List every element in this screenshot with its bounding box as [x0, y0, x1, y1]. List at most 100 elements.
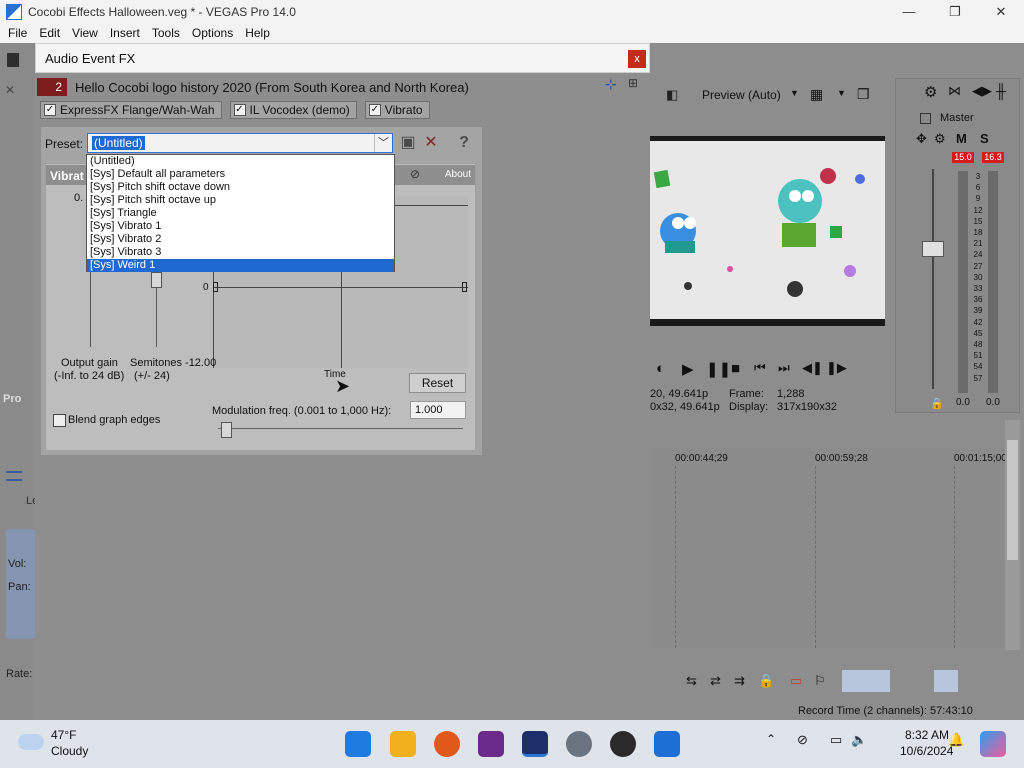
- display-icon[interactable]: ▭: [830, 732, 842, 748]
- chevron-down-icon[interactable]: ▼: [790, 88, 799, 98]
- maximize-button[interactable]: ❐: [932, 0, 978, 23]
- clock-time[interactable]: 8:32 AM: [905, 728, 949, 742]
- menu-tools[interactable]: Tools: [146, 26, 186, 40]
- pause-icon[interactable]: ❚❚: [706, 360, 731, 378]
- firefox-icon[interactable]: [434, 731, 460, 757]
- lock-icon[interactable]: 🔒: [930, 397, 944, 410]
- copilot-icon[interactable]: [980, 731, 1006, 757]
- volume-icon[interactable]: 🔈: [851, 732, 867, 748]
- help-icon[interactable]: ?: [454, 133, 474, 153]
- fx-gear-icon[interactable]: ⚙: [934, 131, 946, 147]
- network-icon[interactable]: ⊘: [797, 732, 808, 748]
- chain-item-flange[interactable]: ✓ ExpressFX Flange/Wah-Wah: [40, 101, 222, 119]
- marker-tool-icon[interactable]: ⇆: [686, 673, 697, 689]
- roblox-studio-icon[interactable]: [654, 731, 680, 757]
- close-window-button[interactable]: ✕: [978, 0, 1024, 23]
- about-link[interactable]: About: [445, 169, 471, 180]
- menu-options[interactable]: Options: [186, 26, 239, 40]
- menu-file[interactable]: File: [2, 26, 33, 40]
- preset-option[interactable]: [Sys] Weird 1: [87, 259, 394, 272]
- step-back-icon[interactable]: ◀❚: [802, 360, 823, 376]
- mute-button[interactable]: M: [956, 131, 967, 146]
- master-checkbox[interactable]: [920, 113, 931, 124]
- play-icon[interactable]: ▶: [682, 360, 694, 378]
- next-frame-icon[interactable]: ⏭: [778, 360, 790, 376]
- graph-handle-right[interactable]: [462, 282, 467, 292]
- checkbox-checked-icon[interactable]: ✓: [233, 104, 246, 116]
- preset-option[interactable]: [Sys] Pitch shift octave up: [87, 194, 394, 207]
- clock-date[interactable]: 10/6/2024: [900, 744, 953, 758]
- chain-item-vibrato[interactable]: ✓ Vibrato: [364, 101, 430, 119]
- preset-option[interactable]: [Sys] Vibrato 1: [87, 220, 394, 233]
- preset-option[interactable]: [Sys] Vibrato 3: [87, 246, 394, 259]
- checkbox-checked-icon[interactable]: ✓: [368, 104, 381, 116]
- graph-handle-left[interactable]: [213, 282, 218, 292]
- preset-option[interactable]: (Untitled): [87, 155, 394, 168]
- vertical-scrollbar[interactable]: [1005, 420, 1020, 650]
- comment-icon[interactable]: ▭: [790, 673, 802, 689]
- modulation-freq-slider-knob[interactable]: [221, 422, 232, 438]
- step-forward-icon[interactable]: ❚▶: [826, 360, 847, 376]
- menu-view[interactable]: View: [66, 26, 104, 40]
- solo-button[interactable]: S: [980, 131, 989, 146]
- marker-pair-icon[interactable]: ⚐: [814, 673, 826, 689]
- copy-snapshot-icon[interactable]: ❐: [857, 86, 870, 103]
- chain-item-vocodex[interactable]: ✓ IL Vocodex (demo): [229, 101, 357, 119]
- checkbox-checked-icon[interactable]: ✓: [44, 104, 56, 116]
- new-file-icon[interactable]: [7, 53, 19, 67]
- close-panel-icon[interactable]: ✕: [5, 83, 15, 97]
- chevron-down-icon[interactable]: ﹀: [374, 134, 392, 152]
- track-list-icon[interactable]: [6, 471, 22, 481]
- split-screen-icon[interactable]: ◧: [666, 87, 678, 103]
- media-player-icon[interactable]: [610, 731, 636, 757]
- preset-option[interactable]: [Sys] Pitch shift octave down: [87, 181, 394, 194]
- modulation-freq-input[interactable]: 1.000: [410, 401, 466, 419]
- gear-icon[interactable]: ⚙: [924, 83, 937, 101]
- pin-icon[interactable]: ⊞: [628, 76, 638, 90]
- preview-quality-select[interactable]: Preview (Auto): [702, 88, 781, 102]
- downmix-icon[interactable]: ⋈: [948, 83, 961, 99]
- selection-tool-icon[interactable]: ⇉: [734, 673, 745, 689]
- menu-edit[interactable]: Edit: [33, 26, 66, 40]
- region-tool-icon[interactable]: ⇄: [710, 673, 721, 689]
- blend-graph-checkbox[interactable]: [53, 414, 66, 427]
- file-explorer-icon[interactable]: [390, 731, 416, 757]
- vegas-taskbar-icon[interactable]: [522, 731, 548, 757]
- notification-bell-icon[interactable]: 🔔: [948, 732, 964, 748]
- preset-dropdown-list[interactable]: (Untitled) [Sys] Default all parameters [S…: [86, 154, 395, 272]
- previous-frame-icon[interactable]: ⏮: [754, 360, 766, 376]
- scrollbar-thumb[interactable]: [1007, 440, 1018, 560]
- preset-select[interactable]: (Untitled) ﹀: [87, 133, 393, 153]
- grid-overlay-icon[interactable]: ▦: [810, 86, 823, 103]
- start-menu-icon[interactable]: [345, 731, 371, 757]
- lock-tool-icon[interactable]: 🔒: [758, 673, 774, 689]
- dock-icon[interactable]: ⊹: [605, 76, 617, 93]
- cloud-icon[interactable]: [18, 734, 44, 750]
- weather-desc[interactable]: Cloudy: [51, 744, 88, 758]
- minimize-button[interactable]: —: [886, 0, 932, 23]
- cursor-tool-button[interactable]: [934, 670, 958, 692]
- menu-insert[interactable]: Insert: [104, 26, 146, 40]
- semitones-slider-knob[interactable]: [151, 272, 162, 288]
- auto-ripple-button[interactable]: [866, 670, 890, 692]
- save-preset-icon[interactable]: ▣: [398, 133, 418, 153]
- menu-help[interactable]: Help: [239, 26, 276, 40]
- loop-icon[interactable]: ◐: [656, 360, 665, 377]
- stop-icon[interactable]: ■: [731, 360, 740, 377]
- dim-output-icon[interactable]: ◀▶: [972, 83, 992, 99]
- chevron-up-icon[interactable]: ⌃: [766, 732, 776, 746]
- pan-icon[interactable]: ✥: [916, 131, 927, 147]
- preset-option[interactable]: [Sys] Vibrato 2: [87, 233, 394, 246]
- settings-icon[interactable]: [566, 731, 592, 757]
- preset-option[interactable]: [Sys] Triangle: [87, 207, 394, 220]
- weather-temp[interactable]: 47°F: [51, 728, 76, 742]
- reset-button[interactable]: Reset: [409, 373, 466, 393]
- snapping-button[interactable]: [842, 670, 866, 692]
- bypass-icon[interactable]: ⊘: [410, 167, 420, 181]
- master-fader-knob[interactable]: [922, 241, 944, 257]
- dialog-close-button[interactable]: x: [628, 50, 646, 68]
- mixer-options-icon[interactable]: ╫: [996, 83, 1006, 99]
- chevron-down-icon[interactable]: ▼: [837, 88, 846, 98]
- delete-preset-icon[interactable]: ✕: [421, 133, 441, 153]
- project-tab[interactable]: Pro: [3, 393, 21, 405]
